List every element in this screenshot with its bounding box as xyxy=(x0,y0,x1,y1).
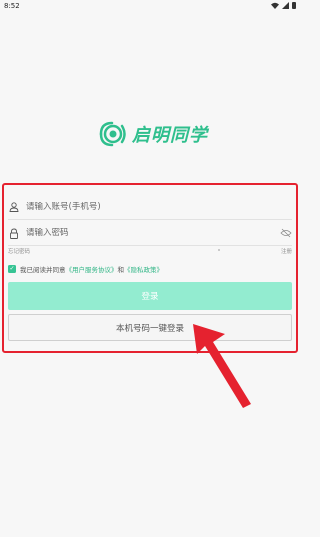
privacy-policy-link[interactable]: 《隐私政策》 xyxy=(124,264,163,274)
status-icons xyxy=(271,2,296,9)
annotation-arrow xyxy=(193,324,251,408)
status-bar: 8:52 xyxy=(0,0,300,12)
agreement-row: ✓ 我已阅读并同意 《用户服务协议》 和 《隐私政策》 xyxy=(8,264,163,274)
wifi-icon xyxy=(271,2,279,9)
user-icon xyxy=(8,201,20,213)
battery-icon xyxy=(292,2,296,9)
register-link[interactable]: 注册 xyxy=(281,247,292,255)
aux-links-row: 忘记密码 注册 xyxy=(8,246,292,256)
password-field[interactable] xyxy=(8,220,292,246)
brand-name: 启明同学 xyxy=(132,125,208,146)
account-input[interactable] xyxy=(26,202,292,212)
dot-marker xyxy=(218,249,220,251)
agreement-prefix: 我已阅读并同意 xyxy=(20,266,66,274)
eye-off-icon[interactable] xyxy=(280,227,292,239)
login-button[interactable]: 登录 xyxy=(8,282,292,310)
lock-icon xyxy=(8,227,20,239)
forgot-password-link[interactable]: 忘记密码 xyxy=(8,247,30,255)
app-logo: 启明同学 xyxy=(98,120,208,148)
logo-eye-icon xyxy=(99,121,126,147)
signal-icon xyxy=(282,2,289,9)
status-time: 8:52 xyxy=(4,2,20,10)
password-input[interactable] xyxy=(26,228,292,238)
agreement-checkbox[interactable]: ✓ xyxy=(8,265,16,273)
user-agreement-link[interactable]: 《用户服务协议》 xyxy=(66,264,118,274)
account-field[interactable] xyxy=(8,194,292,220)
